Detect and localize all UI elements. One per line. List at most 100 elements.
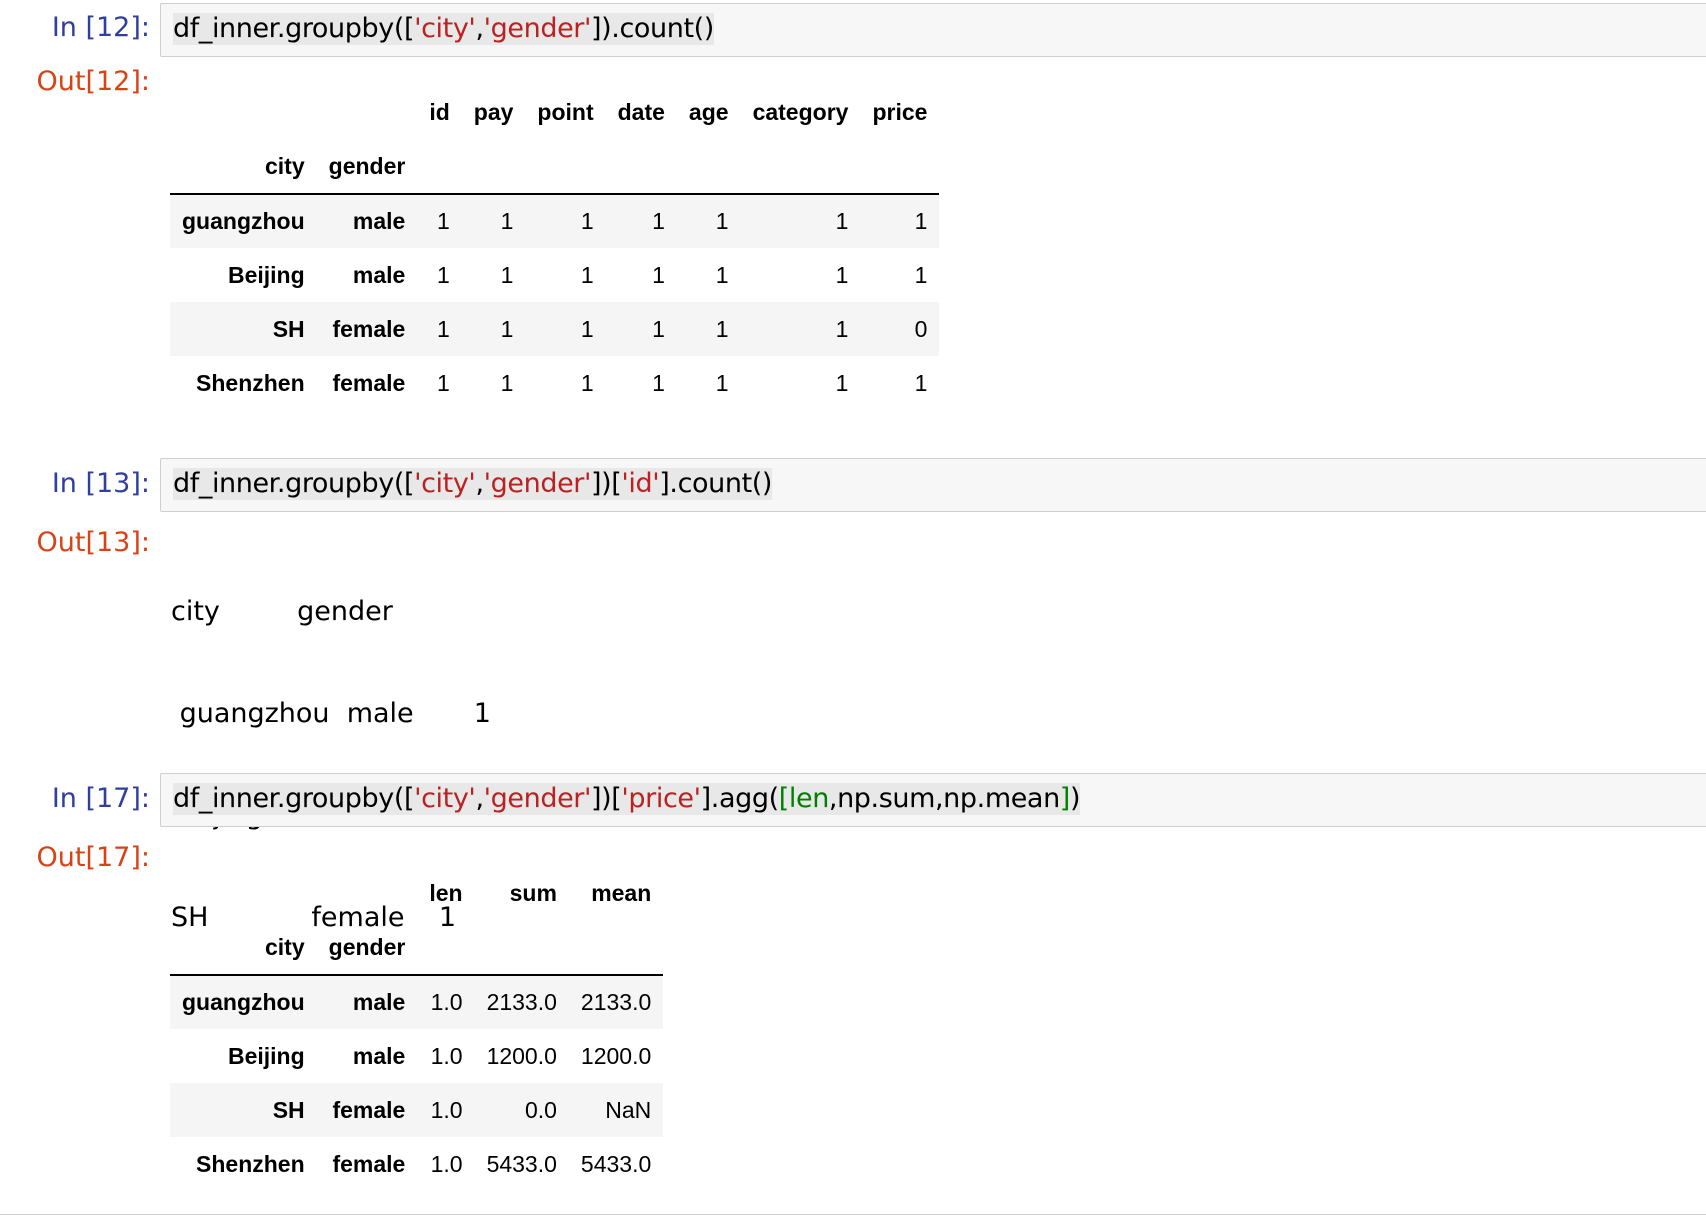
dataframe-output: len sum mean city gender guangzhou male 1.0 2133… [170,866,664,1191]
header-blank [170,85,317,139]
code-token: 'id' [621,468,660,499]
code-token: 'gender' [483,468,592,499]
input-prompt: In [12]: [51,12,150,43]
header-blank [461,139,526,195]
header-blank [417,920,475,976]
column-header: date [617,98,665,125]
input-prompt: In [13]: [51,468,150,499]
index-name: gender [316,139,418,195]
row-index-gender: male [352,208,406,234]
table-cell: 1 [500,208,514,234]
table-cell: 1 [436,369,450,396]
header-blank [525,139,606,195]
code-token: , [475,13,484,44]
table-cell: 1 [436,261,450,288]
row-index-gender: female [332,1096,406,1123]
table-cell: 1 [715,208,729,234]
table-row: SH female 1.0 0.0 NaN [170,1083,664,1137]
table-cell: NaN [605,1096,652,1123]
column-header: price [872,98,928,125]
table-cell: 1200.0 [580,1042,652,1069]
table-cell: 1.0 [430,989,463,1015]
table-row: guangzhou male 1.0 2133.0 2133.0 [170,975,664,1029]
series-line: city gender [171,596,393,627]
output-prompt: Out[17]: [36,842,150,873]
header-blank [417,139,462,195]
index-name: gender [316,920,418,976]
header-blank [317,866,418,920]
row-index-gender: female [332,315,406,342]
table-cell: 1.0 [430,1150,463,1177]
row-index-city: SH [272,315,305,342]
table-cell: 1 [436,315,450,342]
index-name: city [170,920,317,976]
input-prompt: In [17]: [51,783,150,814]
code-token: ])[ [591,783,622,814]
header-blank [676,139,741,195]
table-cell: 1 [715,315,729,342]
code-input[interactable]: df_inner.groupby(['city','gender'])['id'… [160,458,1706,512]
code-token: ]).count() [591,13,714,44]
code-token: ].count() [659,468,773,499]
code-input[interactable]: df_inner.groupby(['city','gender']).coun… [160,3,1706,57]
output-prompt: Out[13]: [36,527,150,558]
table-cell: 1 [500,261,514,288]
table-cell: 1 [500,315,514,342]
code-text: df_inner.groupby(['city','gender']).coun… [173,13,714,45]
table-cell: 1 [914,369,928,396]
table-cell: 1 [580,369,594,396]
table-cell: 1 [715,369,729,396]
output-prompt: Out[12]: [36,66,150,97]
table-cell: 1 [914,208,928,234]
column-header: point [537,98,594,125]
column-header: id [429,98,450,125]
table-cell: 0 [914,315,928,342]
table-cell: 2133.0 [580,989,652,1015]
table-cell: 1 [835,315,849,342]
column-header: mean [591,879,652,906]
row-index-city: guangzhou [182,989,305,1015]
table-cell: 1 [580,208,594,234]
code-token: , [475,468,484,499]
table-row: Shenzhen female 1 1 1 1 1 1 1 [170,356,939,410]
table-cell: 1 [580,315,594,342]
table-cell: 1.0 [430,1096,463,1123]
table-cell: 1 [652,208,665,234]
code-input[interactable]: df_inner.groupby(['city','gender'])['pri… [160,773,1706,827]
header-blank [474,920,569,976]
code-token: df_inner.groupby([ [173,13,415,44]
row-index-gender: male [352,261,406,288]
row-index-city: SH [272,1096,305,1123]
code-token: df_inner.groupby([ [173,468,415,499]
row-index-gender: male [352,989,406,1015]
code-token: 'city' [414,783,476,814]
table-cell: 1 [652,261,665,288]
dataframe-output: id pay point date age category price city gender… [170,85,940,410]
table-cell: 1 [835,261,849,288]
table-cell: 5433.0 [580,1150,652,1177]
column-header: len [429,879,463,906]
table-row: guangzhou male 1 1 1 1 1 1 1 [170,194,940,248]
column-header: category [752,98,849,125]
row-index-gender: male [352,1042,406,1069]
code-token: ])[ [591,468,622,499]
table-cell: 1 [652,369,665,396]
table-cell: 1 [652,315,665,342]
series-line: guangzhou male 1 [171,698,491,729]
code-token: ,np.sum,np.mean [828,783,1060,814]
header-blank [317,85,418,139]
table-cell: 2133.0 [486,989,557,1015]
code-token: 'city' [414,13,476,44]
row-index-city: guangzhou [182,208,305,234]
code-text: df_inner.groupby(['city','gender'])['id'… [173,468,772,500]
column-header: sum [509,879,557,906]
table-row: Beijing male 1.0 1200.0 1200.0 [170,1029,663,1083]
header-blank [605,139,677,195]
table-row: Shenzhen female 1.0 5433.0 5433.0 [170,1137,663,1191]
table-cell: 1 [914,261,928,288]
row-index-city: Shenzhen [196,369,305,396]
column-header: age [688,98,729,125]
header-blank [170,866,317,920]
row-index-gender: female [332,1150,406,1177]
code-token: ] [1059,783,1071,814]
